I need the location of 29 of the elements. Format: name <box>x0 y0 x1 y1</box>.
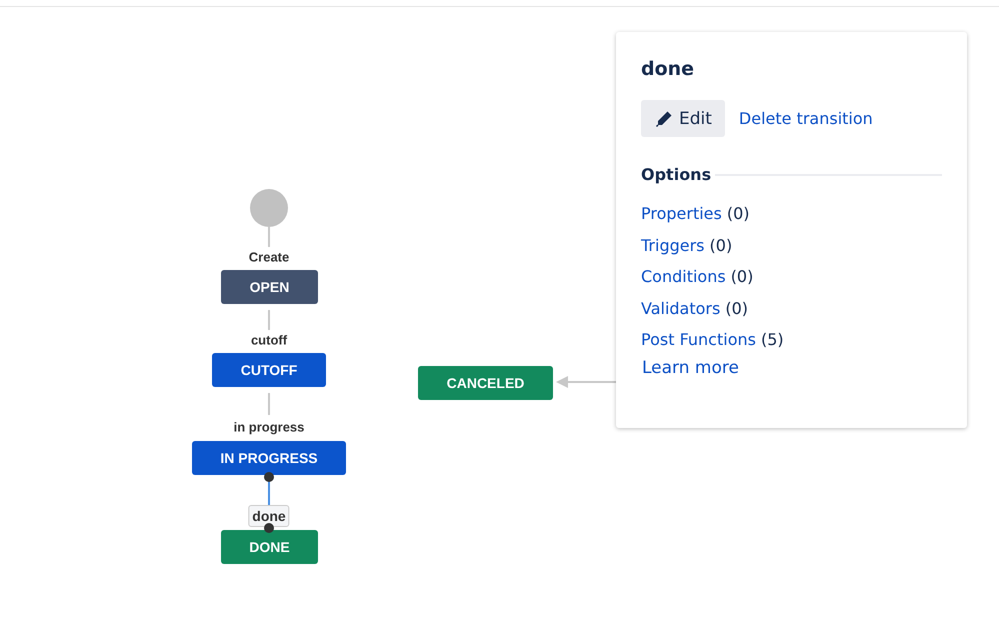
option-count: (0) <box>730 267 754 286</box>
status-node[interactable]: CANCELED <box>418 366 553 400</box>
status-node[interactable]: OPEN <box>221 270 318 304</box>
options-heading: Options <box>641 165 712 184</box>
option-link[interactable]: Conditions <box>641 267 726 286</box>
status-node[interactable]: IN PROGRESS <box>192 441 346 475</box>
pencil-icon <box>655 110 673 128</box>
option-count: (0) <box>710 236 732 255</box>
panel-title: done <box>641 58 696 80</box>
edit-button[interactable]: Edit <box>641 100 725 137</box>
option-link[interactable]: Validators <box>641 298 720 318</box>
status-node[interactable]: DONE <box>221 530 318 564</box>
option-count: (0) <box>726 204 750 224</box>
transition-label[interactable]: done <box>248 505 290 527</box>
option-link[interactable]: Post Functions <box>641 330 756 350</box>
learn-more-link[interactable]: Learn more <box>642 358 739 378</box>
transition-label[interactable]: in progress <box>230 418 308 436</box>
option-count: (5) <box>760 330 784 350</box>
option-count: (0) <box>725 298 748 318</box>
arrow <box>556 376 616 388</box>
option-link[interactable]: Triggers <box>641 236 705 255</box>
transition-label[interactable]: Create <box>246 248 292 266</box>
option-link[interactable]: Properties <box>641 204 722 224</box>
handle-dot[interactable] <box>264 472 274 482</box>
status-node[interactable]: CUTOFF <box>212 353 326 387</box>
transition-label[interactable]: cutoff <box>248 330 290 350</box>
handle-dot[interactable] <box>264 523 274 533</box>
delete-transition-link[interactable]: Delete transition <box>738 109 873 128</box>
start-circle <box>250 189 288 227</box>
